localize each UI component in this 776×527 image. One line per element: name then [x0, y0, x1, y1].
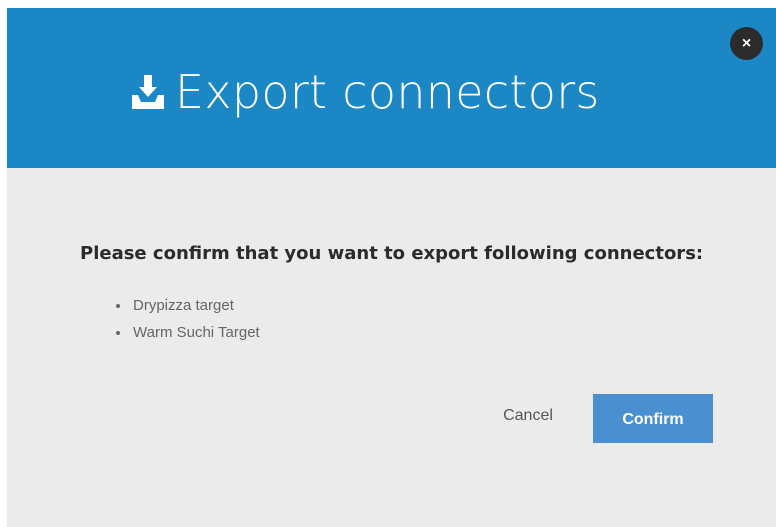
dialog-header: × Export connectors: [7, 8, 776, 168]
close-icon: ×: [741, 35, 752, 52]
dialog-title: Export connectors: [175, 65, 600, 119]
list-item: Drypizza target: [131, 292, 260, 319]
connector-list: Drypizza target Warm Suchi Target: [107, 292, 260, 346]
confirmation-text: Please confirm that you want to export f…: [80, 243, 704, 264]
export-tray-icon: [127, 71, 169, 113]
dialog-title-row: Export connectors: [127, 68, 600, 116]
export-dialog: × Export connectors Please confirm that …: [7, 8, 776, 527]
confirm-button[interactable]: Confirm: [593, 394, 713, 443]
list-item: Warm Suchi Target: [131, 319, 260, 346]
cancel-button[interactable]: Cancel: [487, 395, 569, 435]
close-button[interactable]: ×: [730, 27, 763, 60]
